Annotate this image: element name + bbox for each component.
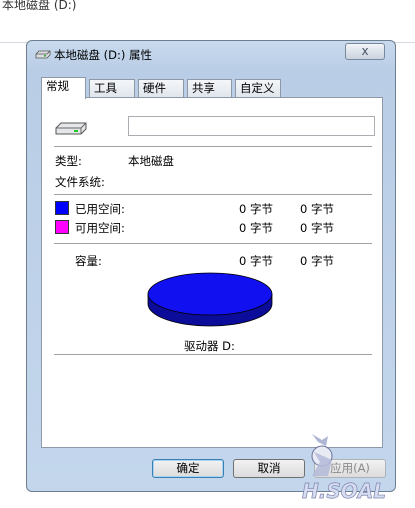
disk-usage-pie xyxy=(147,272,273,327)
capacity-bytes: 0 字节 xyxy=(239,254,273,268)
used-space-label: 已用空间: xyxy=(75,202,125,216)
title-bar[interactable]: 本地磁盘 (D:) 属性 x xyxy=(27,41,395,69)
close-button[interactable]: x xyxy=(345,43,385,60)
capacity-label: 容量: xyxy=(75,254,102,268)
tab-label: 共享 xyxy=(192,81,215,95)
volume-label-input[interactable] xyxy=(128,116,375,136)
free-space-swatch xyxy=(55,220,69,234)
tab-customize[interactable]: 自定义 xyxy=(235,79,281,98)
tab-sharing[interactable]: 共享 xyxy=(187,79,232,98)
ok-button[interactable]: 确定 xyxy=(152,459,224,478)
close-icon: x xyxy=(361,44,369,58)
drive-icon xyxy=(35,49,51,62)
pie-top xyxy=(147,272,273,316)
watermark-text: H.SOAL xyxy=(302,479,386,503)
drive-label: 驱动器 D: xyxy=(184,339,235,353)
background-window-title: 本地磁盘 (D:) xyxy=(2,0,77,12)
hard-drive-icon xyxy=(55,121,87,138)
tab-label: 工具 xyxy=(94,81,117,95)
general-panel: 类型: 本地磁盘 文件系统: 已用空间: 0 字节 0 字节 可用空间: 0 字… xyxy=(41,97,383,448)
capacity-size: 0 字节 xyxy=(300,254,334,268)
window-title: 本地磁盘 (D:) 属性 xyxy=(54,48,153,62)
type-label: 类型: xyxy=(55,154,82,168)
used-space-bytes: 0 字节 xyxy=(239,202,273,216)
filesystem-label: 文件系统: xyxy=(55,175,105,189)
free-space-label: 可用空间: xyxy=(75,221,125,235)
tab-hardware[interactable]: 硬件 xyxy=(138,79,184,98)
divider xyxy=(54,354,372,355)
used-space-size: 0 字节 xyxy=(300,202,334,216)
tab-label: 常规 xyxy=(46,79,69,93)
properties-dialog: 本地磁盘 (D:) 属性 x 常规 工具 硬件 共享 自定义 类型: 本地磁盘 … xyxy=(26,40,396,492)
tab-general[interactable]: 常规 xyxy=(41,77,86,99)
type-value: 本地磁盘 xyxy=(128,154,174,168)
divider xyxy=(54,243,372,244)
used-space-swatch xyxy=(55,201,69,215)
free-space-size: 0 字节 xyxy=(300,221,334,235)
tab-tools[interactable]: 工具 xyxy=(89,79,135,98)
free-space-bytes: 0 字节 xyxy=(239,221,273,235)
divider xyxy=(54,194,372,195)
mascot-watermark: H.SOAL xyxy=(302,434,386,503)
tab-label: 自定义 xyxy=(240,81,275,95)
tab-label: 硬件 xyxy=(143,81,166,95)
divider xyxy=(54,146,372,147)
